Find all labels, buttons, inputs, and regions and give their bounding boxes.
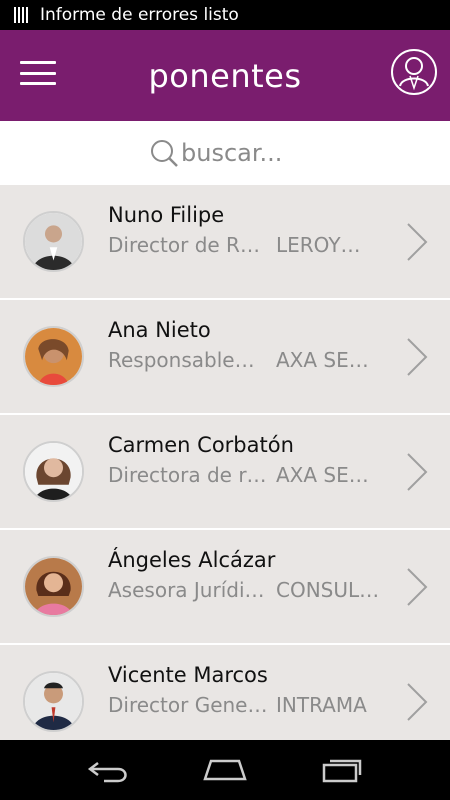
- speaker-company: AXA SE…: [276, 463, 369, 487]
- speaker-company: AXA SE…: [276, 348, 369, 372]
- home-icon[interactable]: [201, 755, 249, 785]
- search-input[interactable]: [181, 139, 301, 167]
- speaker-name: Vicente Marcos: [108, 663, 268, 687]
- speaker-company: CONSUL…: [276, 578, 380, 602]
- speaker-name: Nuno Filipe: [108, 203, 225, 227]
- speaker-company: LEROY…: [276, 233, 361, 257]
- avatar: [23, 441, 84, 502]
- menu-icon[interactable]: [20, 61, 56, 85]
- app-bar: ponentes: [0, 30, 450, 121]
- page-title: ponentes: [148, 56, 302, 95]
- avatar: [23, 556, 84, 617]
- speaker-name: Ángeles Alcázar: [108, 548, 276, 572]
- list-item[interactable]: Ana Nieto Responsable… AXA SE…: [0, 300, 450, 415]
- back-icon[interactable]: [84, 755, 132, 785]
- search-icon: [151, 140, 178, 167]
- avatar: [23, 326, 84, 387]
- list-item[interactable]: Carmen Corbatón Directora de r… AXA SE…: [0, 415, 450, 530]
- speaker-list: Nuno Filipe Director de R… LEROY… Ana Ni…: [0, 185, 450, 740]
- speaker-company: INTRAMA: [276, 693, 367, 717]
- speaker-role: Responsable…: [108, 348, 255, 372]
- profile-icon[interactable]: [390, 48, 438, 96]
- status-bar: Informe de errores listo: [0, 0, 450, 30]
- chevron-right-icon: [407, 222, 428, 261]
- avatar: [23, 671, 84, 732]
- search-bar: [0, 121, 450, 185]
- speaker-name: Carmen Corbatón: [108, 433, 294, 457]
- bug-report-icon: [14, 7, 28, 23]
- speaker-role: Director General: [108, 693, 273, 717]
- status-notification: Informe de errores listo: [40, 5, 239, 25]
- avatar: [23, 211, 84, 272]
- speaker-role: Directora de r…: [108, 463, 267, 487]
- recent-apps-icon[interactable]: [318, 755, 366, 785]
- speaker-name: Ana Nieto: [108, 318, 211, 342]
- speaker-role: Asesora Jurídi…: [108, 578, 265, 602]
- chevron-right-icon: [407, 452, 428, 491]
- speaker-role: Director de R…: [108, 233, 260, 257]
- system-nav-bar: [0, 740, 450, 800]
- list-item[interactable]: Vicente Marcos Director General INTRAMA: [0, 645, 450, 740]
- list-item[interactable]: Ángeles Alcázar Asesora Jurídi… CONSUL…: [0, 530, 450, 645]
- chevron-right-icon: [407, 337, 428, 376]
- chevron-right-icon: [407, 567, 428, 606]
- chevron-right-icon: [407, 682, 428, 721]
- list-item[interactable]: Nuno Filipe Director de R… LEROY…: [0, 185, 450, 300]
